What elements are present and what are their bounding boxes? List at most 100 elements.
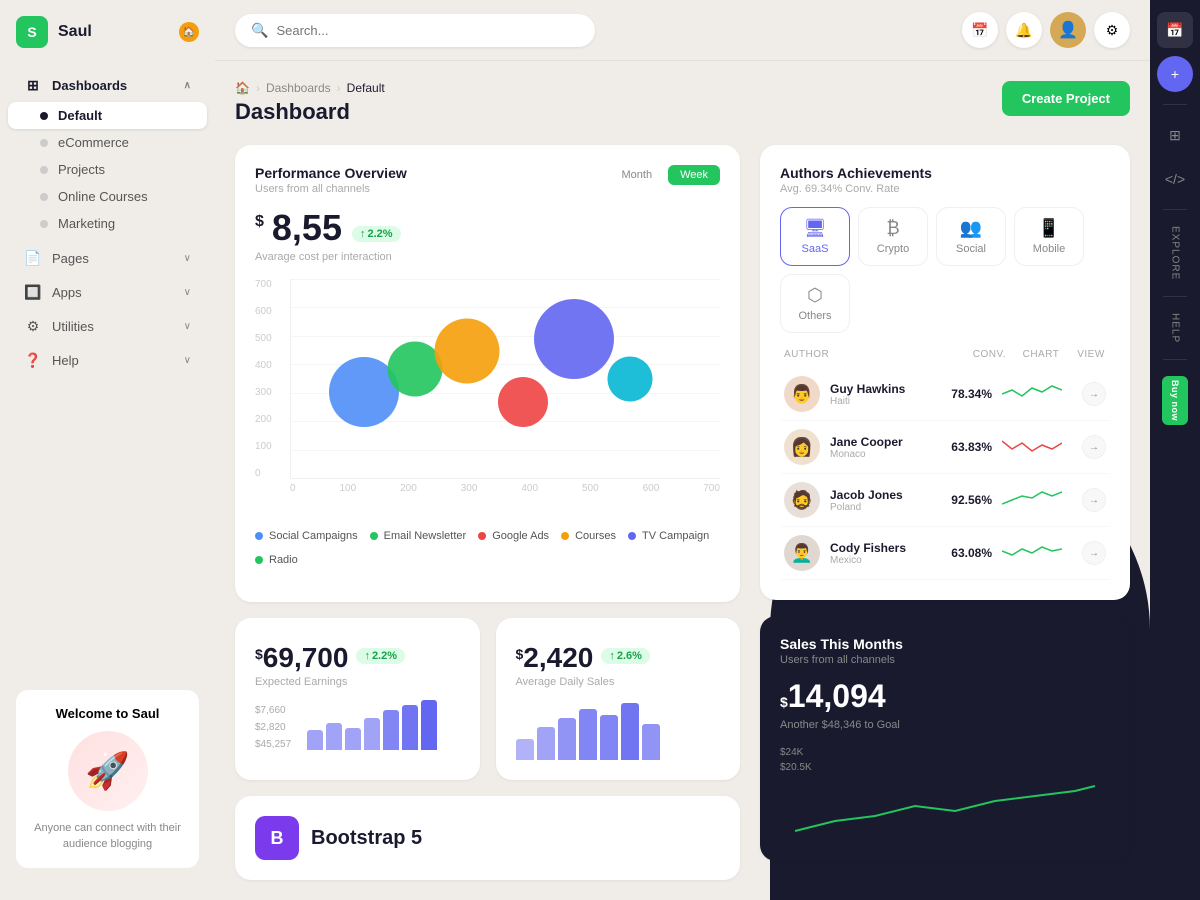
rs-code-icon[interactable]: </>	[1157, 161, 1193, 197]
breadcrumb-sep2: ›	[337, 81, 341, 95]
nav-item-pages[interactable]: 📄 Pages ∨	[8, 241, 207, 275]
bubble-tv	[534, 299, 614, 379]
earnings-bars	[307, 700, 459, 750]
rs-buy-button[interactable]: Buy now	[1162, 376, 1188, 425]
chevron-icon: ∧	[184, 80, 191, 91]
nav-sub-ecommerce[interactable]: eCommerce	[8, 129, 207, 156]
saas-tab-icon: 🖥	[804, 218, 827, 239]
bootstrap-text: Bootstrap 5	[311, 827, 422, 850]
nav-label-marketing: Marketing	[58, 216, 115, 231]
create-project-button[interactable]: Create Project	[1002, 81, 1130, 116]
y-labels: 700 600 500 400 300 200 100 0	[255, 279, 272, 479]
legend-courses: Courses	[561, 530, 616, 542]
search-box[interactable]: 🔍	[235, 14, 595, 47]
user-avatar[interactable]: 👤	[1050, 12, 1086, 48]
mobile-tab-icon: 📱	[1038, 218, 1060, 239]
rs-explore-label[interactable]: Explore	[1170, 226, 1181, 280]
view-btn-jane[interactable]: →	[1082, 435, 1106, 459]
author-chart-jacob	[1002, 488, 1072, 512]
nav-item-apps[interactable]: 🔲 Apps ∨	[8, 275, 207, 309]
col-view: VIEW	[1076, 349, 1106, 360]
nav-item-help[interactable]: ❓ Help ∨	[8, 343, 207, 377]
sidebar: S Saul 🏠 ⊞ Dashboards ∧ Default eCommerc…	[0, 0, 215, 900]
header-right: 📅 🔔 👤 ⚙	[962, 12, 1130, 48]
tab-others[interactable]: ⬡ Others	[780, 274, 850, 333]
grid-line	[291, 450, 720, 451]
earnings-value: $69,700	[255, 642, 348, 674]
bar	[326, 723, 342, 751]
col-author: AUTHOR	[784, 349, 956, 360]
breadcrumb-dashboards[interactable]: Dashboards	[266, 81, 331, 95]
nav-dot-marketing	[40, 220, 48, 228]
rs-grid-icon[interactable]: ⊞	[1157, 117, 1193, 153]
tab-social[interactable]: 👥 Social	[936, 207, 1006, 266]
nav-item-dashboards[interactable]: ⊞ Dashboards ∧	[8, 68, 207, 102]
rs-add-icon[interactable]: +	[1157, 56, 1193, 92]
breadcrumb-home[interactable]: 🏠	[235, 81, 250, 95]
tab-mobile[interactable]: 📱 Mobile	[1014, 207, 1084, 266]
author-row-jacob: 🧔 Jacob Jones Poland 92.56% →	[780, 474, 1110, 527]
author-location-jacob: Poland	[830, 502, 932, 513]
tab-saas[interactable]: 🖥 SaaS	[780, 207, 850, 266]
view-btn-cody[interactable]: →	[1082, 541, 1106, 565]
rs-help-label[interactable]: Help	[1170, 313, 1181, 343]
perf-value: $ 8,55	[255, 207, 342, 249]
logo-badge: 🏠	[179, 22, 199, 42]
search-icon: 🔍	[251, 22, 268, 39]
nav-sub-projects[interactable]: Projects	[8, 156, 207, 183]
sales-chart-svg	[780, 781, 1110, 841]
bootstrap-badge-card: B Bootstrap 5	[235, 796, 740, 880]
sales-title: Sales This Months	[780, 636, 1110, 652]
settings-icon-btn[interactable]: ⚙	[1094, 12, 1130, 48]
author-chart-jane	[1002, 435, 1072, 459]
rs-calendar-icon[interactable]: 📅	[1157, 12, 1193, 48]
bar	[537, 727, 555, 760]
expected-earnings-card: $69,700 2.2% Expected Earnings $7,660 $2…	[235, 618, 480, 780]
chevron-utilities: ∨	[184, 321, 191, 332]
legend-radio: Radio	[255, 554, 298, 566]
authors-achievements-card: Authors Achievements Avg. 69.34% Conv. R…	[760, 145, 1130, 600]
perf-subtitle: Users from all channels	[255, 183, 407, 195]
nav-sub-marketing[interactable]: Marketing	[8, 210, 207, 237]
sparkline-guy	[1002, 382, 1062, 406]
month-button[interactable]: Month	[610, 165, 665, 185]
tab-mobile-label: Mobile	[1033, 243, 1065, 255]
crypto-tab-icon: ₿	[886, 218, 899, 239]
search-input[interactable]	[276, 23, 579, 38]
view-btn-guy[interactable]: →	[1082, 382, 1106, 406]
breadcrumb-current: Default	[347, 81, 385, 95]
nav-dashboards[interactable]: ⊞ Dashboards ∧ Default eCommerce Project…	[0, 68, 215, 237]
author-avatar-cody: 👨‍🦱	[784, 535, 820, 571]
author-tabs: 🖥 SaaS ₿ Crypto 👥 Social 📱	[780, 207, 1110, 333]
apps-icon: 🔲	[24, 283, 42, 301]
grid-line	[291, 279, 720, 280]
right-sidebar: 📅 + ⊞ </> Explore Help Buy now	[1150, 0, 1200, 900]
social-tab-icon: 👥	[960, 218, 982, 239]
bar	[600, 715, 618, 760]
week-button[interactable]: Week	[668, 165, 720, 185]
bubble-radio	[607, 356, 652, 401]
author-row-cody: 👨‍🦱 Cody Fishers Mexico 63.08% →	[780, 527, 1110, 580]
nav-item-utilities[interactable]: ⚙ Utilities ∨	[8, 309, 207, 343]
nav-sub-default[interactable]: Default	[8, 102, 207, 129]
author-row-guy: 👨 Guy Hawkins Haiti 78.34% →	[780, 368, 1110, 421]
author-conv-cody: 63.08%	[942, 546, 992, 560]
authors-header: Authors Achievements Avg. 69.34% Conv. R…	[780, 165, 1110, 195]
bar	[516, 739, 534, 760]
perf-header: Performance Overview Users from all chan…	[255, 165, 720, 207]
perf-label: Avarage cost per interaction	[255, 251, 720, 263]
grid-line	[291, 336, 720, 337]
author-avatar-guy: 👨	[784, 376, 820, 412]
nav-sub-courses[interactable]: Online Courses	[8, 183, 207, 210]
notification-icon-btn[interactable]: 🔔	[1006, 12, 1042, 48]
col-conv: CONV.	[956, 349, 1006, 360]
time-toggle: Month Week	[610, 165, 721, 185]
tab-crypto[interactable]: ₿ Crypto	[858, 207, 928, 266]
sales-chart-area	[780, 781, 1110, 841]
nav-label-help: Help	[52, 353, 79, 368]
view-btn-jacob[interactable]: →	[1082, 488, 1106, 512]
nav-label-apps: Apps	[52, 285, 82, 300]
pages-icon: 📄	[24, 249, 42, 267]
calendar-icon-btn[interactable]: 📅	[962, 12, 998, 48]
astronaut-illustration: 🚀	[68, 731, 148, 811]
